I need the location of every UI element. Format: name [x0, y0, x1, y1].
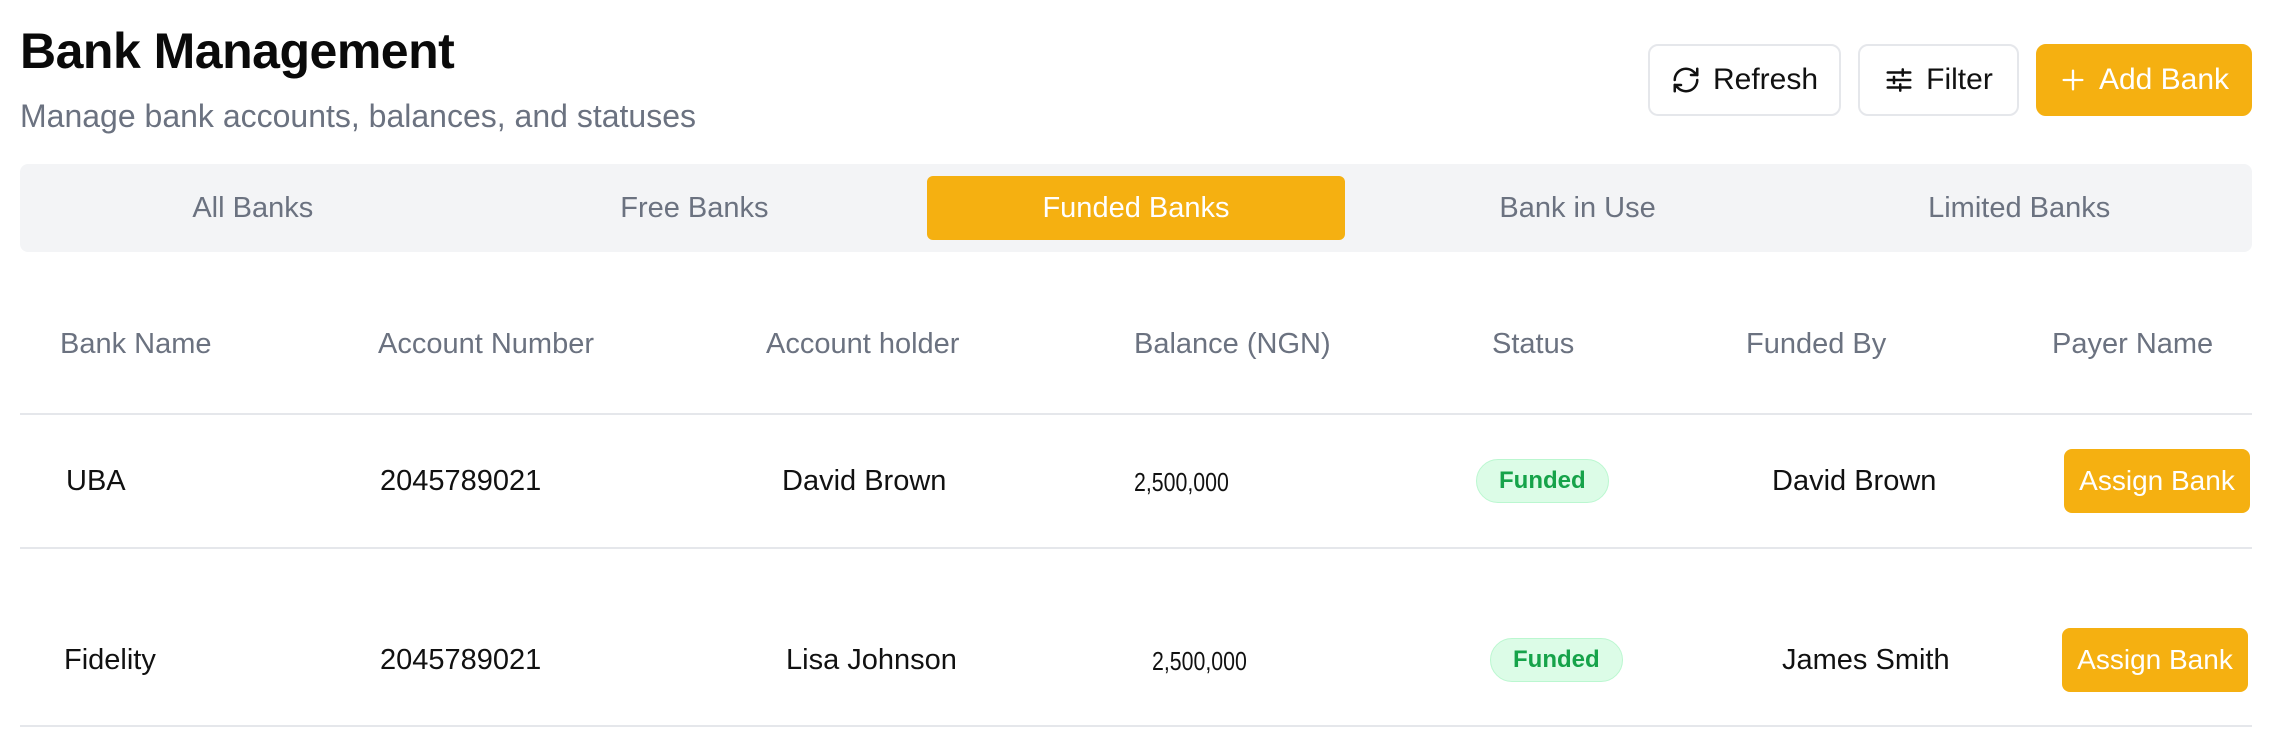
tab-funded-banks[interactable]: Funded Banks — [927, 176, 1345, 240]
column-header-funded-by: Funded By — [1746, 328, 1887, 360]
tab-bank-in-use[interactable]: Bank in Use — [1369, 176, 1787, 240]
column-header-payer-name: Payer Name — [2052, 328, 2214, 360]
tab-limited-banks[interactable]: Limited Banks — [1810, 176, 2228, 240]
assign-bank-button[interactable]: Assign Bank — [2064, 449, 2250, 513]
refresh-button[interactable]: Refresh — [1648, 44, 1841, 116]
column-header-status: Status — [1492, 328, 1575, 360]
table-row: UBA 2045789021 David Brown 2,500,000 Fun… — [20, 415, 2252, 549]
tab-all-banks[interactable]: All Banks — [44, 176, 462, 240]
balance-cell: 2,500,000 — [1134, 467, 1229, 497]
column-header-bank-name: Bank Name — [60, 328, 212, 360]
table-row: Fidelity 2045789021 Lisa Johnson 2,500,0… — [20, 549, 2252, 727]
filter-button[interactable]: Filter — [1858, 44, 2019, 116]
refresh-icon — [1671, 65, 1701, 95]
bank-management-page: Bank Management Manage bank accounts, ba… — [0, 0, 2272, 748]
add-bank-button[interactable]: Add Bank — [2036, 44, 2252, 116]
table-header: Bank Name Account Number Account holder … — [20, 290, 2252, 415]
bank-filter-tabs: All Banks Free Banks Funded Banks Bank i… — [20, 164, 2252, 252]
column-header-account-number: Account Number — [378, 328, 594, 360]
balance-cell: 2,500,000 — [1152, 646, 1247, 676]
status-badge: Funded — [1490, 638, 1623, 682]
banks-table: Bank Name Account Number Account holder … — [20, 290, 2252, 727]
tab-free-banks[interactable]: Free Banks — [486, 176, 904, 240]
status-badge: Funded — [1476, 459, 1609, 503]
page-title: Bank Management — [20, 23, 455, 79]
account-number-cell: 2045789021 — [380, 644, 542, 676]
funded-by-cell: James Smith — [1782, 644, 1950, 676]
page-subtitle: Manage bank accounts, balances, and stat… — [20, 98, 696, 134]
assign-bank-button[interactable]: Assign Bank — [2062, 628, 2248, 692]
column-header-balance: Balance (NGN) — [1134, 328, 1331, 360]
add-bank-label: Add Bank — [2098, 63, 2230, 96]
sliders-icon — [1884, 65, 1914, 95]
plus-icon — [2059, 66, 2087, 94]
account-number-cell: 2045789021 — [380, 465, 542, 497]
funded-by-cell: David Brown — [1772, 465, 1937, 497]
account-holder-cell: David Brown — [782, 465, 947, 497]
toolbar: Refresh Filter Add Bank — [1648, 44, 2252, 116]
bank-name-cell: Fidelity — [64, 644, 156, 676]
account-holder-cell: Lisa Johnson — [786, 644, 957, 676]
filter-label: Filter — [1926, 63, 1993, 96]
column-header-account-holder: Account holder — [766, 328, 960, 360]
refresh-label: Refresh — [1712, 63, 1819, 96]
bank-name-cell: UBA — [66, 465, 126, 497]
